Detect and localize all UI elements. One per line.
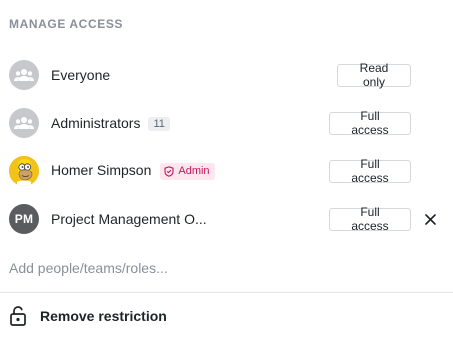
access-level-button[interactable]: Full access bbox=[329, 109, 411, 137]
remove-access-button[interactable] bbox=[421, 210, 439, 228]
access-level-button[interactable]: Read only bbox=[337, 61, 411, 89]
avatar: PM bbox=[9, 204, 39, 234]
unlock-icon bbox=[10, 306, 26, 326]
row-name: Administrators bbox=[51, 114, 141, 131]
add-people-input[interactable] bbox=[9, 258, 429, 278]
close-icon[interactable] bbox=[424, 213, 436, 225]
row-name: Everyone bbox=[51, 67, 111, 83]
row-name: Homer Simpson bbox=[51, 162, 152, 179]
access-row-everyone: Everyone Read only bbox=[0, 55, 453, 95]
remove-restriction-label: Remove restriction bbox=[40, 308, 167, 324]
admin-badge: Admin bbox=[160, 162, 215, 180]
divider bbox=[0, 292, 453, 293]
access-level-button[interactable]: Full access bbox=[329, 157, 411, 185]
remove-restriction-button[interactable]: Remove restriction bbox=[9, 305, 167, 327]
member-count-badge: 11 bbox=[148, 117, 170, 132]
avatar bbox=[9, 156, 39, 186]
manage-access-panel: MANAGE ACCESS Everyone Read only Adminis… bbox=[0, 0, 453, 340]
admin-badge-label: Admin bbox=[178, 165, 210, 178]
avatar bbox=[9, 108, 39, 138]
access-level-button[interactable]: Full access bbox=[329, 205, 411, 233]
section-title: MANAGE ACCESS bbox=[9, 17, 124, 31]
access-row-homer-simpson: Homer Simpson Admin Full access bbox=[0, 151, 453, 191]
row-name-wrapper: Homer Simpson Admin bbox=[51, 162, 215, 180]
group-icon bbox=[14, 69, 34, 81]
user-photo bbox=[9, 156, 39, 186]
access-row-project-management: PM Project Management O... Full access bbox=[0, 199, 453, 239]
avatar bbox=[9, 60, 39, 90]
access-row-administrators: Administrators 11 Full access bbox=[0, 103, 453, 143]
row-name: Project Management O... bbox=[51, 211, 207, 227]
row-name-wrapper: Administrators 11 bbox=[51, 114, 170, 132]
group-icon bbox=[14, 117, 34, 129]
shield-icon bbox=[164, 166, 174, 177]
